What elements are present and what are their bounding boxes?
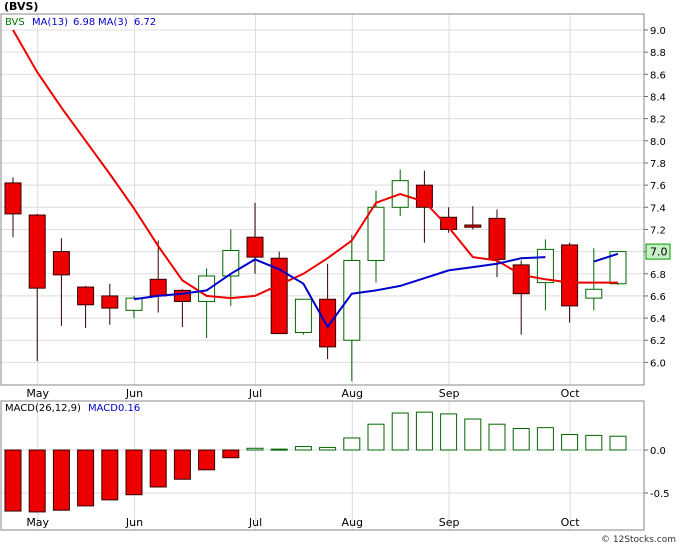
macd-bar-negative (149, 449, 167, 488)
candle-body-up (222, 249, 240, 277)
candle-body-down (4, 182, 22, 215)
x-tick-label: Jun (125, 387, 143, 400)
chart-title: (BVS) (4, 0, 38, 13)
candle-body-down (488, 217, 506, 260)
y-tick-label: 7.6 (650, 181, 666, 192)
macd-bar-positive (585, 434, 603, 451)
y-tick-label: 7.4 (650, 203, 666, 214)
candle (294, 298, 312, 335)
x-tick-label: Oct (561, 387, 581, 400)
macd-bar-positive (609, 435, 627, 451)
macd-bar-positive (319, 446, 337, 451)
macd-legend-value: 0.16 (118, 403, 140, 414)
x-tick-label: Aug (342, 387, 363, 400)
candle-body-down (149, 278, 167, 297)
macd-x-tick-label: Jul (248, 516, 262, 529)
candle-body-down (52, 251, 70, 276)
macd-y-tick-label: 0.0 (650, 446, 666, 457)
macd-bar-positive (391, 412, 409, 451)
candle-body-down (464, 224, 482, 228)
macd-x-tick-label: Jun (125, 516, 143, 529)
legend-ma13-value: 6.98 (73, 17, 95, 28)
x-tick-label: Sep (439, 387, 460, 400)
macd-bar-positive (246, 447, 264, 451)
macd-bar-positive (512, 428, 530, 451)
candle-body-down (28, 214, 46, 289)
candle-body-down (246, 236, 264, 258)
y-tick-label: 6.2 (650, 336, 666, 347)
x-tick-label: May (26, 387, 49, 400)
macd-bar-positive (415, 411, 433, 451)
macd-x-tick-label: Aug (342, 516, 363, 529)
macd-bar-positive (464, 418, 482, 451)
macd-x-tick-label: Sep (439, 516, 460, 529)
watermark: © 12Stocks.com (601, 535, 676, 545)
macd-bar-positive (367, 423, 385, 451)
macd-bar-negative (52, 449, 70, 511)
candle-body-up (125, 297, 143, 311)
x-tick-label: Jul (248, 387, 262, 400)
y-tick-label: 7.2 (650, 225, 666, 236)
macd-bar-negative (101, 449, 119, 501)
legend-ma13-label: MA(13) (32, 17, 68, 28)
macd-bar-negative (173, 449, 191, 480)
macd-bar-positive (343, 437, 361, 451)
macd-bar-negative (4, 449, 22, 512)
candle-body-down (415, 184, 433, 208)
chart-canvas: May Jun Jul Aug Sep Oct 6.0 6.2 6.4 6.6 6.8 7.0 7.2… (0, 0, 680, 546)
macd-bar-positive (536, 427, 554, 451)
y-tick-label: 6.8 (650, 270, 666, 281)
legend-ticker: BVS (5, 17, 25, 28)
candle-body-down (319, 298, 337, 348)
candle-body-down (512, 264, 530, 295)
last-price-tag: 7.0 (645, 243, 671, 260)
macd-legend-label: MACD (88, 403, 118, 414)
y-tick-label: 8.2 (650, 115, 666, 126)
legend-ma3-value: 6.72 (134, 17, 156, 28)
y-tick-label: 8.4 (650, 92, 666, 103)
y-tick-label: 9.0 (650, 26, 666, 37)
macd-bar-positive (488, 423, 506, 451)
candle-body-up (585, 288, 603, 299)
macd-x-tick-label: May (26, 516, 49, 529)
macd-bar-positive (270, 448, 288, 451)
candle-body-up (198, 275, 216, 302)
macd-bar-positive (440, 413, 458, 451)
macd-bar-negative (77, 449, 95, 507)
last-price-label: 7.0 (650, 246, 668, 259)
candle-body-down (77, 286, 95, 306)
y-tick-label: 8.8 (650, 48, 666, 59)
macd-bar-positive (561, 434, 579, 451)
macd-bar-negative (222, 449, 240, 459)
macd-x-tick-label: Oct (561, 516, 581, 529)
candle (270, 251, 288, 335)
legend-ma3-label: MA(3) (98, 17, 128, 28)
macd-bar-negative (125, 449, 143, 496)
macd-title: MACD(26,12,9) (5, 403, 81, 414)
candle-body-down (101, 295, 119, 309)
y-tick-label: 6.4 (650, 314, 666, 325)
candle-body-down (561, 244, 579, 307)
y-tick-label: 8.0 (650, 137, 666, 148)
y-tick-label: 8.6 (650, 70, 666, 81)
candle-body-up (367, 206, 385, 261)
y-tick-label: 6.6 (650, 292, 666, 303)
macd-y-tick-label: -0.5 (650, 489, 670, 500)
candle-body-up (294, 298, 312, 333)
y-tick-label: 7.8 (650, 159, 666, 170)
macd-bar-positive (294, 446, 312, 451)
macd-bar-negative (28, 449, 46, 513)
macd-bar-negative (198, 449, 216, 471)
y-tick-label: 6.0 (650, 358, 666, 369)
